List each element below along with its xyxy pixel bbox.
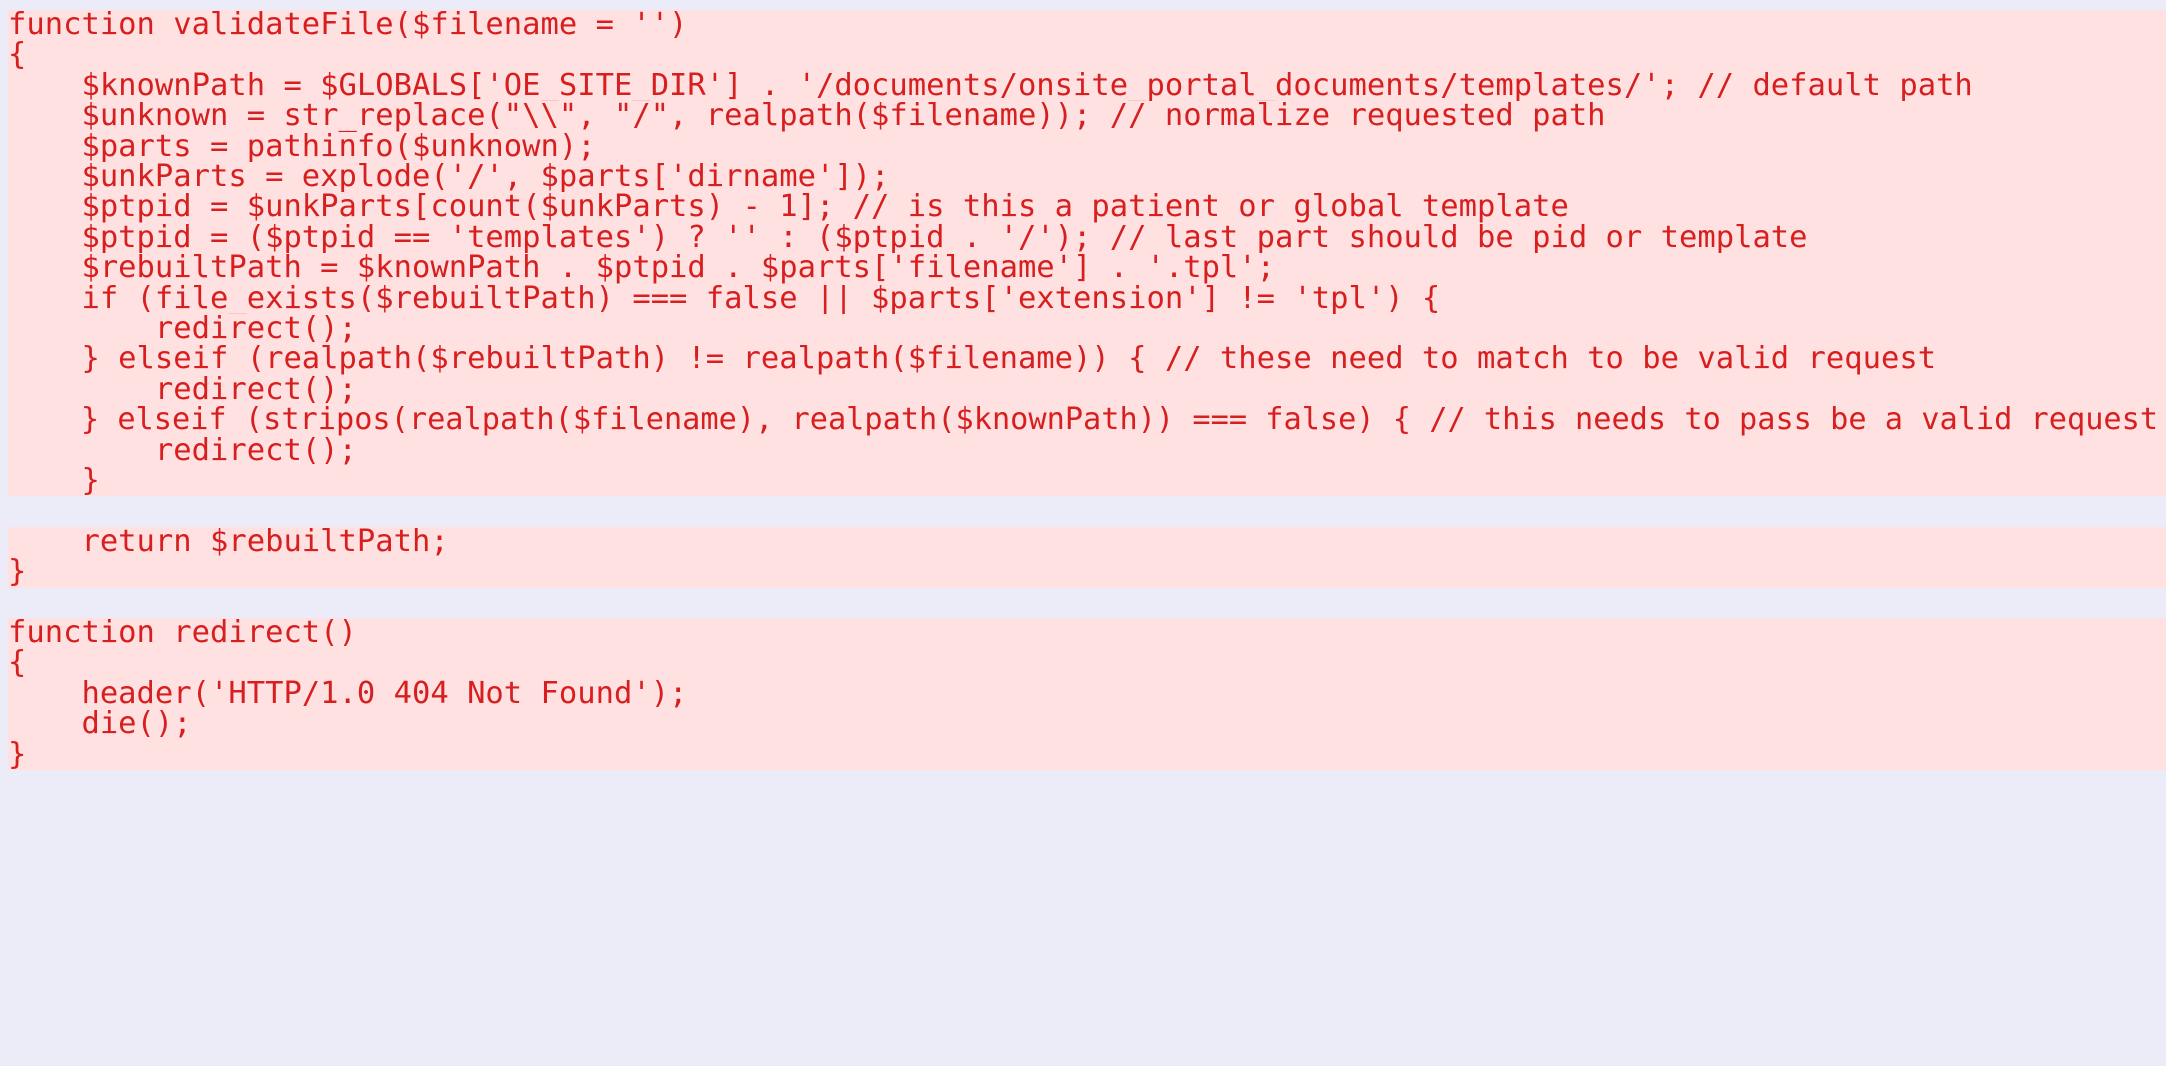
code-line-text: header('HTTP/1.0 404 Not Found'); [8, 678, 688, 710]
removed-code-line: function redirect() [8, 618, 2166, 649]
removed-code-line: $unknown = str_replace("\\", "/", realpa… [8, 101, 2166, 132]
code-line-text: { [8, 648, 27, 679]
code-line-text: } elseif (realpath($rebuiltPath) != real… [8, 344, 1937, 375]
removed-code-line: } [8, 739, 2166, 770]
code-line-text: if (file_exists($rebuiltPath) === false … [8, 283, 1441, 314]
removed-code-line: if (file_exists($rebuiltPath) === false … [8, 283, 2166, 314]
code-line-text: $ptpid = $unkParts[count($unkParts) - 1]… [8, 192, 1569, 223]
code-line-text: redirect(); [8, 374, 357, 406]
removed-code-line: function validateFile($filename = '') [8, 10, 2166, 41]
code-line-text: } [8, 739, 27, 770]
code-line-text: } elseif (stripos(realpath($filename), r… [8, 405, 2159, 436]
removed-code-line: return $rebuiltPath; [8, 526, 2166, 558]
code-line-text: $rebuiltPath = $knownPath . $ptpid . $pa… [8, 253, 1276, 284]
removed-code-line: } elseif (realpath($rebuiltPath) != real… [8, 344, 2166, 375]
removed-code-line: redirect(); [8, 374, 2166, 406]
removed-code-line: $rebuiltPath = $knownPath . $ptpid . $pa… [8, 253, 2166, 284]
removed-code-line: $ptpid = $unkParts[count($unkParts) - 1]… [8, 192, 2166, 223]
code-line-text: $parts = pathinfo($unknown); [8, 131, 596, 162]
removed-code-line: } [8, 466, 2166, 497]
removed-code-line: $parts = pathinfo($unknown); [8, 131, 2166, 162]
blank-context-line [8, 496, 2166, 526]
removed-code-line: header('HTTP/1.0 404 Not Found'); [8, 678, 2166, 710]
removed-code-line: $unkParts = explode('/', $parts['dirname… [8, 162, 2166, 193]
code-line-text: function validateFile($filename = '') [8, 10, 688, 41]
removed-code-line: redirect(); [8, 435, 2166, 466]
removed-code-line: { [8, 40, 2166, 71]
code-line-text: } [8, 466, 100, 497]
code-line-text: } [8, 557, 27, 588]
removed-code-line: die(); [8, 709, 2166, 740]
code-line-text: function redirect() [8, 618, 357, 649]
code-line-text: $unknown = str_replace("\\", "/", realpa… [8, 101, 1606, 132]
code-diff-view: function validateFile($filename = ''){ $… [0, 0, 2166, 1066]
code-line-text: $ptpid = ($ptpid == 'templates') ? '' : … [8, 222, 1808, 254]
removed-code-line: redirect(); [8, 314, 2166, 345]
removed-code-line: } [8, 557, 2166, 588]
removed-code-line: } elseif (stripos(realpath($filename), r… [8, 405, 2166, 436]
code-line-text: redirect(); [8, 435, 357, 466]
code-line-text: return $rebuiltPath; [8, 526, 449, 558]
code-line-text: { [8, 40, 27, 71]
blank-context-line [8, 588, 2166, 618]
code-line-text: die(); [8, 709, 192, 740]
code-line-text: $unkParts = explode('/', $parts['dirname… [8, 162, 890, 193]
code-line-text: redirect(); [8, 314, 357, 345]
removed-code-line: $ptpid = ($ptpid == 'templates') ? '' : … [8, 222, 2166, 254]
code-line-text: $knownPath = $GLOBALS['OE_SITE_DIR'] . '… [8, 70, 1973, 102]
removed-code-line: { [8, 648, 2166, 679]
removed-code-line: $knownPath = $GLOBALS['OE_SITE_DIR'] . '… [8, 70, 2166, 102]
